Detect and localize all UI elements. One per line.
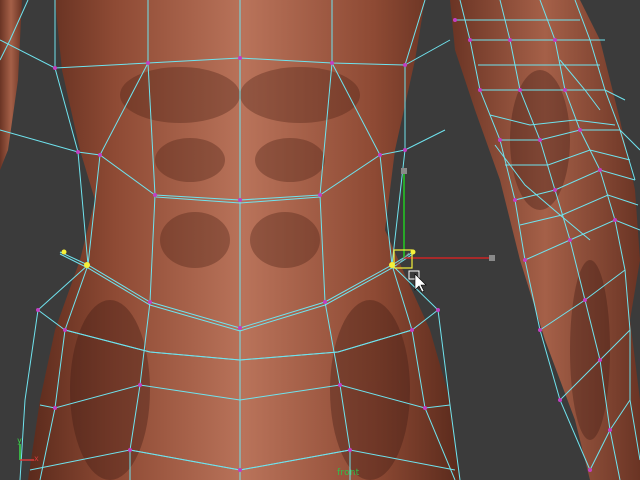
axis-gizmo: y x	[14, 436, 44, 468]
mouse-pointer-icon	[408, 270, 427, 293]
scene-canvas[interactable]	[0, 0, 640, 480]
manipulator-y-handle	[401, 168, 407, 174]
camera-label: front	[337, 468, 360, 478]
manipulator-x-handle	[489, 255, 495, 261]
left-arm	[0, 0, 22, 170]
viewport-front[interactable]: y x front	[0, 0, 640, 480]
axis-x-label: x	[34, 454, 39, 463]
move-manipulator[interactable]	[393, 168, 495, 269]
axis-y-label: y	[17, 436, 22, 445]
